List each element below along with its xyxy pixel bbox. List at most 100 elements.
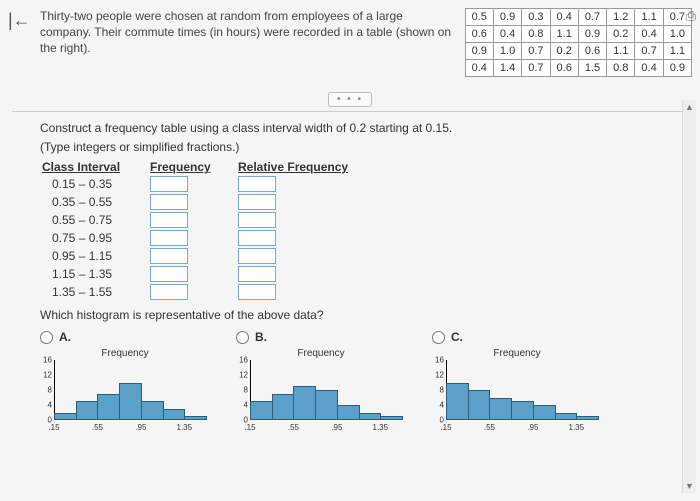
header-frequency: Frequency	[150, 160, 220, 174]
interval-label: 0.15 – 0.35	[42, 177, 132, 191]
data-cell: 0.9	[578, 26, 606, 43]
subinstruction-text: (Type integers or simplified fractions.)	[40, 140, 686, 154]
chart-title: Frequency	[432, 348, 602, 359]
scroll-down-icon[interactable]: ▼	[683, 481, 696, 491]
header-class-interval: Class Interval	[42, 160, 132, 174]
bar	[489, 398, 512, 421]
data-cell: 0.9	[465, 43, 493, 60]
data-cell: 0.7	[522, 43, 550, 60]
relative-frequency-input[interactable]	[238, 266, 276, 282]
back-button[interactable]: |←	[8, 10, 31, 31]
frequency-row: 0.15 – 0.35	[42, 176, 686, 192]
data-cell: 1.1	[635, 9, 663, 26]
histogram-chart: Frequency1612840.15.55.951.35	[40, 348, 210, 438]
histogram-question: Which histogram is representative of the…	[40, 308, 686, 322]
relative-frequency-input[interactable]	[238, 176, 276, 192]
data-cell: 1.1	[663, 43, 691, 60]
y-tick: 12	[234, 371, 248, 380]
ellipsis-icon[interactable]: • • •	[328, 92, 372, 107]
bar	[446, 383, 469, 421]
data-cell: 1.0	[493, 43, 521, 60]
x-tick: 1.35	[568, 423, 584, 432]
histogram-option-c: C.Frequency1612840.15.55.951.35	[432, 330, 602, 438]
frequency-row: 0.95 – 1.15	[42, 248, 686, 264]
problem-header: Thirty-two people were chosen at random …	[0, 0, 700, 85]
data-cell: 0.8	[522, 26, 550, 43]
x-tick: .15	[48, 423, 59, 432]
bar	[272, 394, 295, 420]
bar	[315, 390, 338, 420]
relative-frequency-input[interactable]	[238, 212, 276, 228]
frequency-input[interactable]	[150, 212, 188, 228]
relative-frequency-input[interactable]	[238, 248, 276, 264]
bar	[97, 394, 120, 420]
bar	[250, 401, 273, 420]
chart-title: Frequency	[236, 348, 406, 359]
data-cell: 0.9	[493, 9, 521, 26]
frequency-input[interactable]	[150, 230, 188, 246]
radio-option-c[interactable]	[432, 331, 445, 344]
histogram-option-a: A.Frequency1612840.15.55.951.35	[40, 330, 210, 438]
data-cell: 0.8	[607, 60, 635, 77]
data-cell: 0.4	[635, 60, 663, 77]
data-cell: 0.3	[522, 9, 550, 26]
y-tick: 4	[430, 401, 444, 410]
frequency-input[interactable]	[150, 248, 188, 264]
bar	[76, 401, 99, 420]
bar	[141, 401, 164, 420]
x-tick: .55	[92, 423, 103, 432]
bar	[533, 405, 556, 420]
scroll-up-icon[interactable]: ▲	[683, 102, 696, 112]
frequency-input[interactable]	[150, 266, 188, 282]
x-tick: .95	[527, 423, 538, 432]
bars	[54, 360, 206, 420]
x-tick: .55	[288, 423, 299, 432]
data-cell: 1.0	[663, 26, 691, 43]
scrollbar[interactable]: ▲ ▼	[682, 100, 696, 493]
x-tick: .15	[244, 423, 255, 432]
chart-title: Frequency	[40, 348, 210, 359]
interval-label: 0.95 – 1.15	[42, 249, 132, 263]
relative-frequency-input[interactable]	[238, 194, 276, 210]
radio-option-b[interactable]	[236, 331, 249, 344]
bar	[54, 413, 77, 421]
frequency-input[interactable]	[150, 176, 188, 192]
x-tick: .95	[331, 423, 342, 432]
option-label: A.	[59, 330, 71, 344]
bar	[184, 416, 207, 420]
relative-frequency-input[interactable]	[238, 230, 276, 246]
print-icon[interactable]: ⎙	[686, 8, 696, 24]
frequency-row: 0.75 – 0.95	[42, 230, 686, 246]
pager: • • •	[0, 91, 700, 107]
frequency-input[interactable]	[150, 284, 188, 300]
histogram-option-b: B.Frequency1612840.15.55.951.35	[236, 330, 406, 438]
data-cell: 0.7	[522, 60, 550, 77]
frequency-table-header: Class Interval Frequency Relative Freque…	[42, 160, 686, 174]
radio-option-a[interactable]	[40, 331, 53, 344]
frequency-row: 1.15 – 1.35	[42, 266, 686, 282]
histogram-chart: Frequency1612840.15.55.951.35	[236, 348, 406, 438]
data-cell: 0.2	[607, 26, 635, 43]
y-tick: 12	[38, 371, 52, 380]
data-cell: 0.9	[663, 60, 691, 77]
problem-text: Thirty-two people were chosen at random …	[40, 8, 453, 77]
bars	[446, 360, 598, 420]
data-cell: 1.2	[607, 9, 635, 26]
bar	[119, 383, 142, 421]
y-tick: 8	[234, 386, 248, 395]
data-cell: 0.4	[550, 9, 578, 26]
y-tick: 8	[38, 386, 52, 395]
data-cell: 1.1	[550, 26, 578, 43]
histogram-options: A.Frequency1612840.15.55.951.35B.Frequen…	[40, 330, 686, 442]
bar	[359, 413, 382, 421]
frequency-row: 0.55 – 0.75	[42, 212, 686, 228]
interval-label: 0.35 – 0.55	[42, 195, 132, 209]
data-cell: 1.4	[493, 60, 521, 77]
y-tick: 8	[430, 386, 444, 395]
frequency-input[interactable]	[150, 194, 188, 210]
frequency-row: 1.35 – 1.55	[42, 284, 686, 300]
interval-label: 0.55 – 0.75	[42, 213, 132, 227]
x-tick: .55	[484, 423, 495, 432]
relative-frequency-input[interactable]	[238, 284, 276, 300]
data-cell: 0.6	[578, 43, 606, 60]
